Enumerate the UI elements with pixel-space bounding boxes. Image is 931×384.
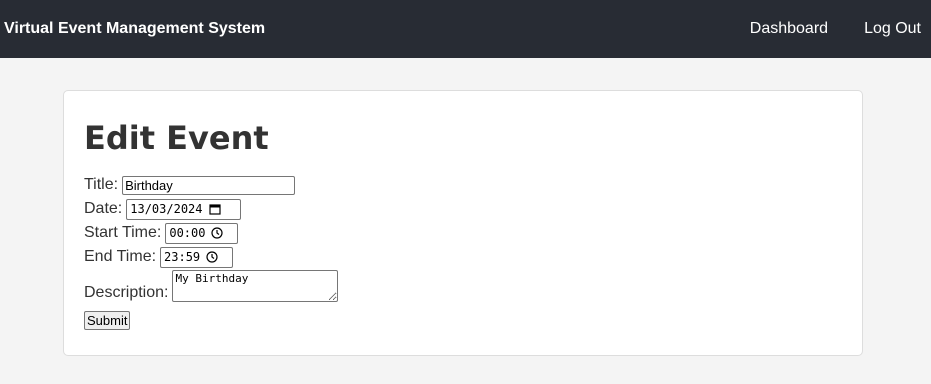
- date-input[interactable]: 13/03/2024: [126, 198, 242, 220]
- title-row: Title:: [84, 173, 842, 197]
- start-time-value: 00:00: [169, 226, 206, 240]
- app-title: Virtual Event Management System: [4, 20, 266, 37]
- description-textarea[interactable]: My Birthday: [172, 270, 339, 302]
- nav-links: Dashboard Log Out: [750, 20, 921, 38]
- submit-button[interactable]: Submit: [84, 311, 131, 330]
- end-time-label: End Time:: [84, 248, 157, 265]
- description-row: Description: My Birthday: [84, 270, 842, 302]
- calendar-icon[interactable]: [208, 203, 221, 215]
- start-time-row: Start Time: 00:00: [84, 221, 842, 245]
- dashboard-link[interactable]: Dashboard: [750, 20, 828, 38]
- edit-event-card: Edit Event Title: Date: 13/03/2024 Start…: [63, 90, 863, 356]
- date-value: 13/03/2024: [130, 202, 203, 216]
- top-navbar: Virtual Event Management System Dashboar…: [0, 0, 931, 58]
- clock-icon[interactable]: [211, 227, 224, 239]
- clock-icon[interactable]: [206, 251, 218, 263]
- end-time-row: End Time: 23:59: [84, 245, 842, 269]
- start-time-input[interactable]: 00:00: [165, 222, 239, 244]
- end-time-value: 23:59: [164, 250, 201, 264]
- title-label: Title:: [84, 176, 119, 193]
- end-time-input[interactable]: 23:59: [160, 246, 234, 268]
- date-label: Date:: [84, 200, 123, 217]
- title-input[interactable]: [122, 175, 296, 195]
- logout-link[interactable]: Log Out: [864, 20, 921, 38]
- start-time-label: Start Time:: [84, 224, 162, 241]
- date-row: Date: 13/03/2024: [84, 197, 842, 221]
- description-label: Description:: [84, 284, 169, 301]
- page-title: Edit Event: [84, 119, 269, 157]
